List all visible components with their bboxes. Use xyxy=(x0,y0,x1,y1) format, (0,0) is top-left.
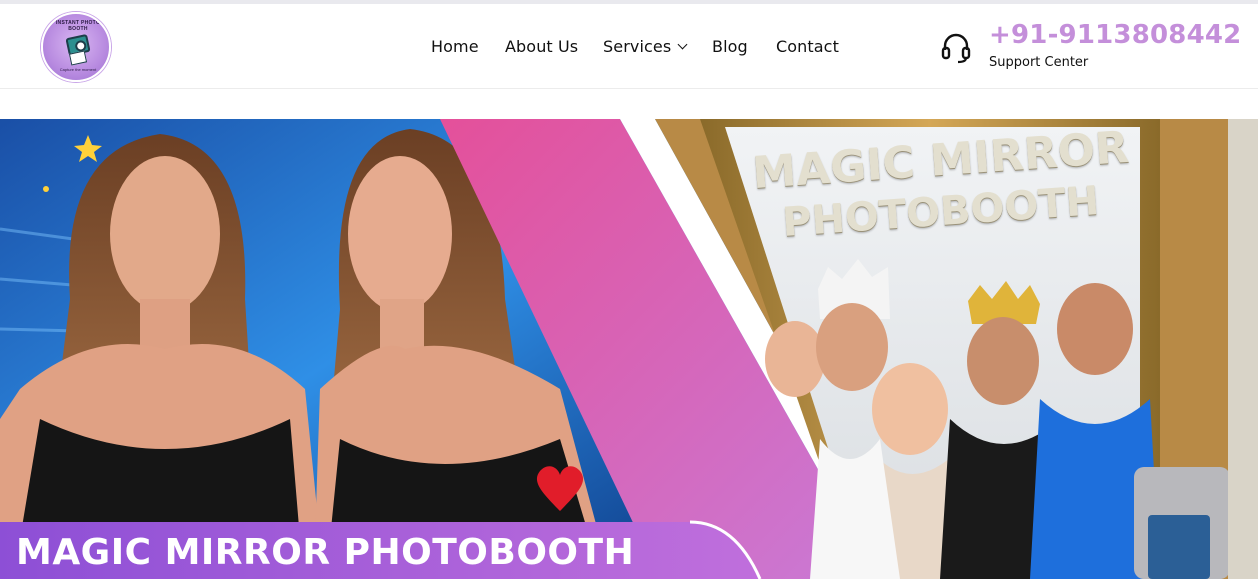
woman-1-face xyxy=(110,156,220,312)
woman-1-neck xyxy=(140,299,190,349)
logo-top-text: INSTANT PHOTO BOOTH xyxy=(55,20,101,32)
hero-banner: MAGIC MIRROR PHOTOBOOTH MAGIC MIRROR PHO… xyxy=(0,119,1258,579)
nav-about-us[interactable]: About Us xyxy=(505,37,578,56)
site-header: INSTANT PHOTO BOOTH Capture the moment H… xyxy=(0,4,1258,89)
woman-2-face xyxy=(348,156,452,312)
person-2-face xyxy=(816,303,888,391)
sparkle-icon xyxy=(43,186,49,192)
nav-services[interactable]: Services xyxy=(603,37,688,56)
person-4-face xyxy=(967,317,1039,405)
support-label: Support Center xyxy=(989,55,1089,70)
nav-blog[interactable]: Blog xyxy=(712,37,748,56)
right-wall xyxy=(1228,119,1258,579)
person-5-face xyxy=(1057,283,1133,375)
banner-title: MAGIC MIRROR PHOTOBOOTH xyxy=(16,532,635,573)
logo-bottom-text: Capture the moment xyxy=(59,67,97,72)
person-1-face xyxy=(765,321,825,397)
woman-2-neck xyxy=(380,299,424,349)
support-phone[interactable]: +91-9113808442 xyxy=(989,20,1241,50)
photo-icon xyxy=(68,50,88,66)
nav-contact[interactable]: Contact xyxy=(776,37,839,56)
site-logo[interactable]: INSTANT PHOTO BOOTH Capture the moment xyxy=(41,12,111,82)
nav-services-label: Services xyxy=(603,37,672,56)
kiosk-screen xyxy=(1148,515,1210,579)
person-3-face xyxy=(872,363,948,455)
support-center[interactable]: +91-9113808442 Support Center xyxy=(940,20,1241,76)
headset-icon xyxy=(941,33,971,64)
nav-home[interactable]: Home xyxy=(431,37,479,56)
chevron-down-icon xyxy=(677,39,688,50)
